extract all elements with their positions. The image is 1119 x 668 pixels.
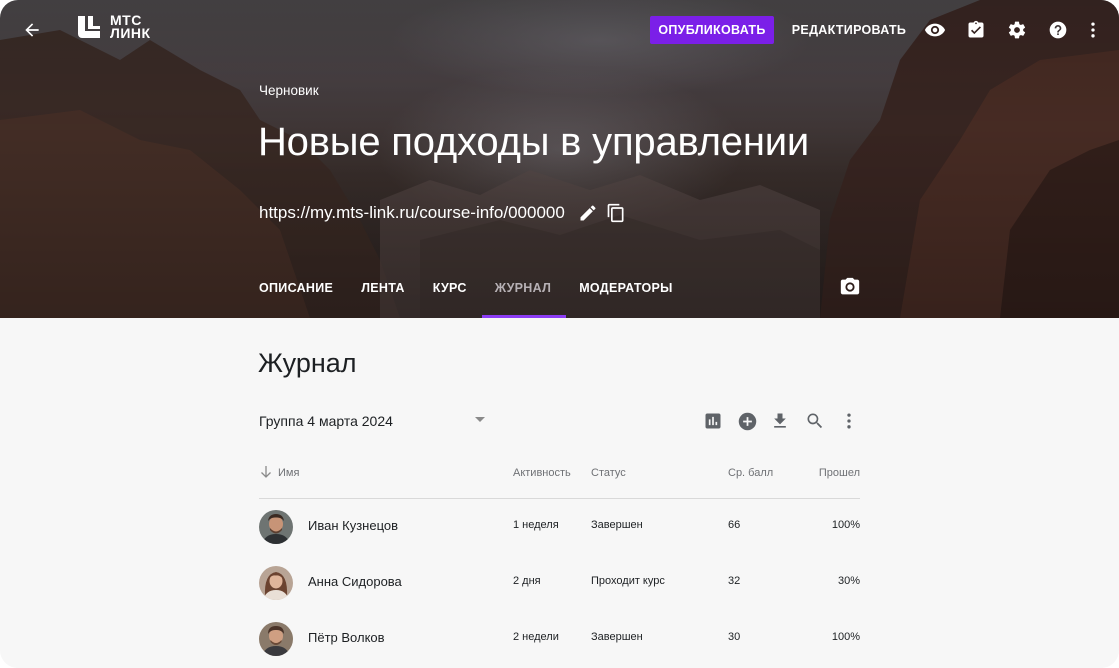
course-url[interactable]: https://my.mts-link.ru/course-info/00000…: [259, 203, 565, 223]
student-status: Завершен: [591, 631, 643, 643]
tab-journal[interactable]: ЖУРНАЛ: [481, 270, 566, 318]
student-status: Проходит курс: [591, 575, 665, 587]
add-circle-icon: [738, 412, 756, 430]
search-button[interactable]: [804, 410, 826, 432]
statistics-button[interactable]: [702, 410, 724, 432]
top-bar: МТС ЛИНК ОПУБЛИКОВАТЬ РЕДАКТИРОВАТЬ: [0, 0, 1119, 60]
journal-table: Имя Активность Статус Ср. балл Прошел Ив…: [259, 458, 860, 667]
student-activity: 2 дня: [513, 575, 541, 587]
help-icon: [1049, 21, 1067, 39]
download-button[interactable]: [769, 410, 791, 432]
tab-feed[interactable]: ЛЕНТА: [361, 270, 405, 306]
more-menu-button[interactable]: [1081, 18, 1105, 42]
course-url-row: https://my.mts-link.ru/course-info/00000…: [259, 202, 627, 224]
tasks-button[interactable]: [964, 18, 988, 42]
tab-description[interactable]: ОПИСАНИЕ: [259, 270, 333, 306]
copy-url-button[interactable]: [605, 202, 627, 224]
avatar: [259, 566, 293, 600]
student-passed: 100%: [831, 519, 860, 531]
student-name[interactable]: Анна Сидорова: [308, 574, 402, 589]
student-name[interactable]: Пётр Волков: [308, 630, 385, 645]
journal-title: Журнал: [258, 348, 357, 378]
edit-button[interactable]: РЕДАКТИРОВАТЬ: [786, 16, 912, 44]
column-status[interactable]: Статус: [591, 467, 626, 479]
student-passed: 100%: [831, 631, 860, 643]
group-select-value: Группа 4 марта 2024: [259, 413, 393, 429]
help-button[interactable]: [1046, 18, 1070, 42]
publish-button[interactable]: ОПУБЛИКОВАТЬ: [650, 16, 774, 44]
student-activity: 2 недели: [513, 631, 559, 643]
eye-icon: [924, 23, 946, 37]
avatar: [259, 622, 293, 656]
pencil-icon: [580, 205, 596, 221]
student-activity: 1 неделя: [513, 519, 559, 531]
more-vert-icon: [1091, 22, 1095, 38]
chevron-down-icon: [475, 417, 485, 422]
arrow-left-icon: [25, 23, 39, 37]
group-select[interactable]: Группа 4 марта 2024: [259, 410, 489, 432]
gear-icon: [1008, 21, 1026, 39]
course-tabs: ОПИСАНИЕ ЛЕНТА КУРС ЖУРНАЛ МОДЕРАТОРЫ: [259, 270, 701, 318]
table-row[interactable]: Иван Кузнецов 1 неделя Завершен 66 100%: [259, 499, 860, 555]
edit-url-button[interactable]: [577, 202, 599, 224]
settings-button[interactable]: [1005, 18, 1029, 42]
app-window: МТС ЛИНК ОПУБЛИКОВАТЬ РЕДАКТИРОВАТЬ Черн…: [0, 0, 1119, 668]
column-activity[interactable]: Активность: [513, 467, 571, 479]
mts-link-logo[interactable]: МТС ЛИНК: [76, 13, 151, 41]
clipboard-check-icon: [968, 20, 984, 38]
add-participant-button[interactable]: [736, 410, 758, 432]
course-title: Новые подходы в управлении: [258, 120, 809, 164]
student-passed: 30%: [837, 575, 860, 587]
table-row[interactable]: Анна Сидорова 2 дня Проходит курс 32 30%: [259, 555, 860, 611]
student-name[interactable]: Иван Кузнецов: [308, 518, 398, 533]
camera-icon: [840, 277, 860, 295]
bar-chart-icon: [705, 413, 721, 429]
tab-moderators[interactable]: МОДЕРАТОРЫ: [579, 270, 672, 306]
preview-button[interactable]: [923, 18, 947, 42]
tab-course[interactable]: КУРС: [433, 270, 467, 306]
column-avg-score[interactable]: Ср. балл: [728, 467, 773, 479]
student-avg-score: 32: [728, 575, 741, 587]
download-icon: [774, 413, 786, 428]
table-header: Имя Активность Статус Ср. балл Прошел: [259, 458, 860, 499]
course-hero: МТС ЛИНК ОПУБЛИКОВАТЬ РЕДАКТИРОВАТЬ Черн…: [0, 0, 1119, 318]
back-button[interactable]: [18, 16, 46, 44]
table-row[interactable]: Пётр Волков 2 недели Завершен 30 100%: [259, 611, 860, 667]
student-avg-score: 30: [728, 631, 741, 643]
more-vert-icon: [847, 413, 851, 429]
change-cover-button[interactable]: [838, 275, 862, 299]
arrow-down-icon[interactable]: [260, 465, 272, 479]
student-avg-score: 66: [728, 519, 741, 531]
journal-panel: Журнал Группа 4 марта 2024 Имя Активност…: [0, 318, 1119, 668]
search-icon: [807, 413, 823, 429]
logo-mark-icon: [78, 16, 100, 38]
avatar: [259, 510, 293, 544]
student-status: Завершен: [591, 519, 643, 531]
column-name[interactable]: Имя: [278, 467, 299, 479]
course-status: Черновик: [259, 83, 319, 98]
journal-more-button[interactable]: [838, 410, 860, 432]
logo-line-2: ЛИНК: [110, 25, 151, 41]
column-passed[interactable]: Прошел: [819, 467, 860, 479]
copy-icon: [607, 203, 624, 223]
